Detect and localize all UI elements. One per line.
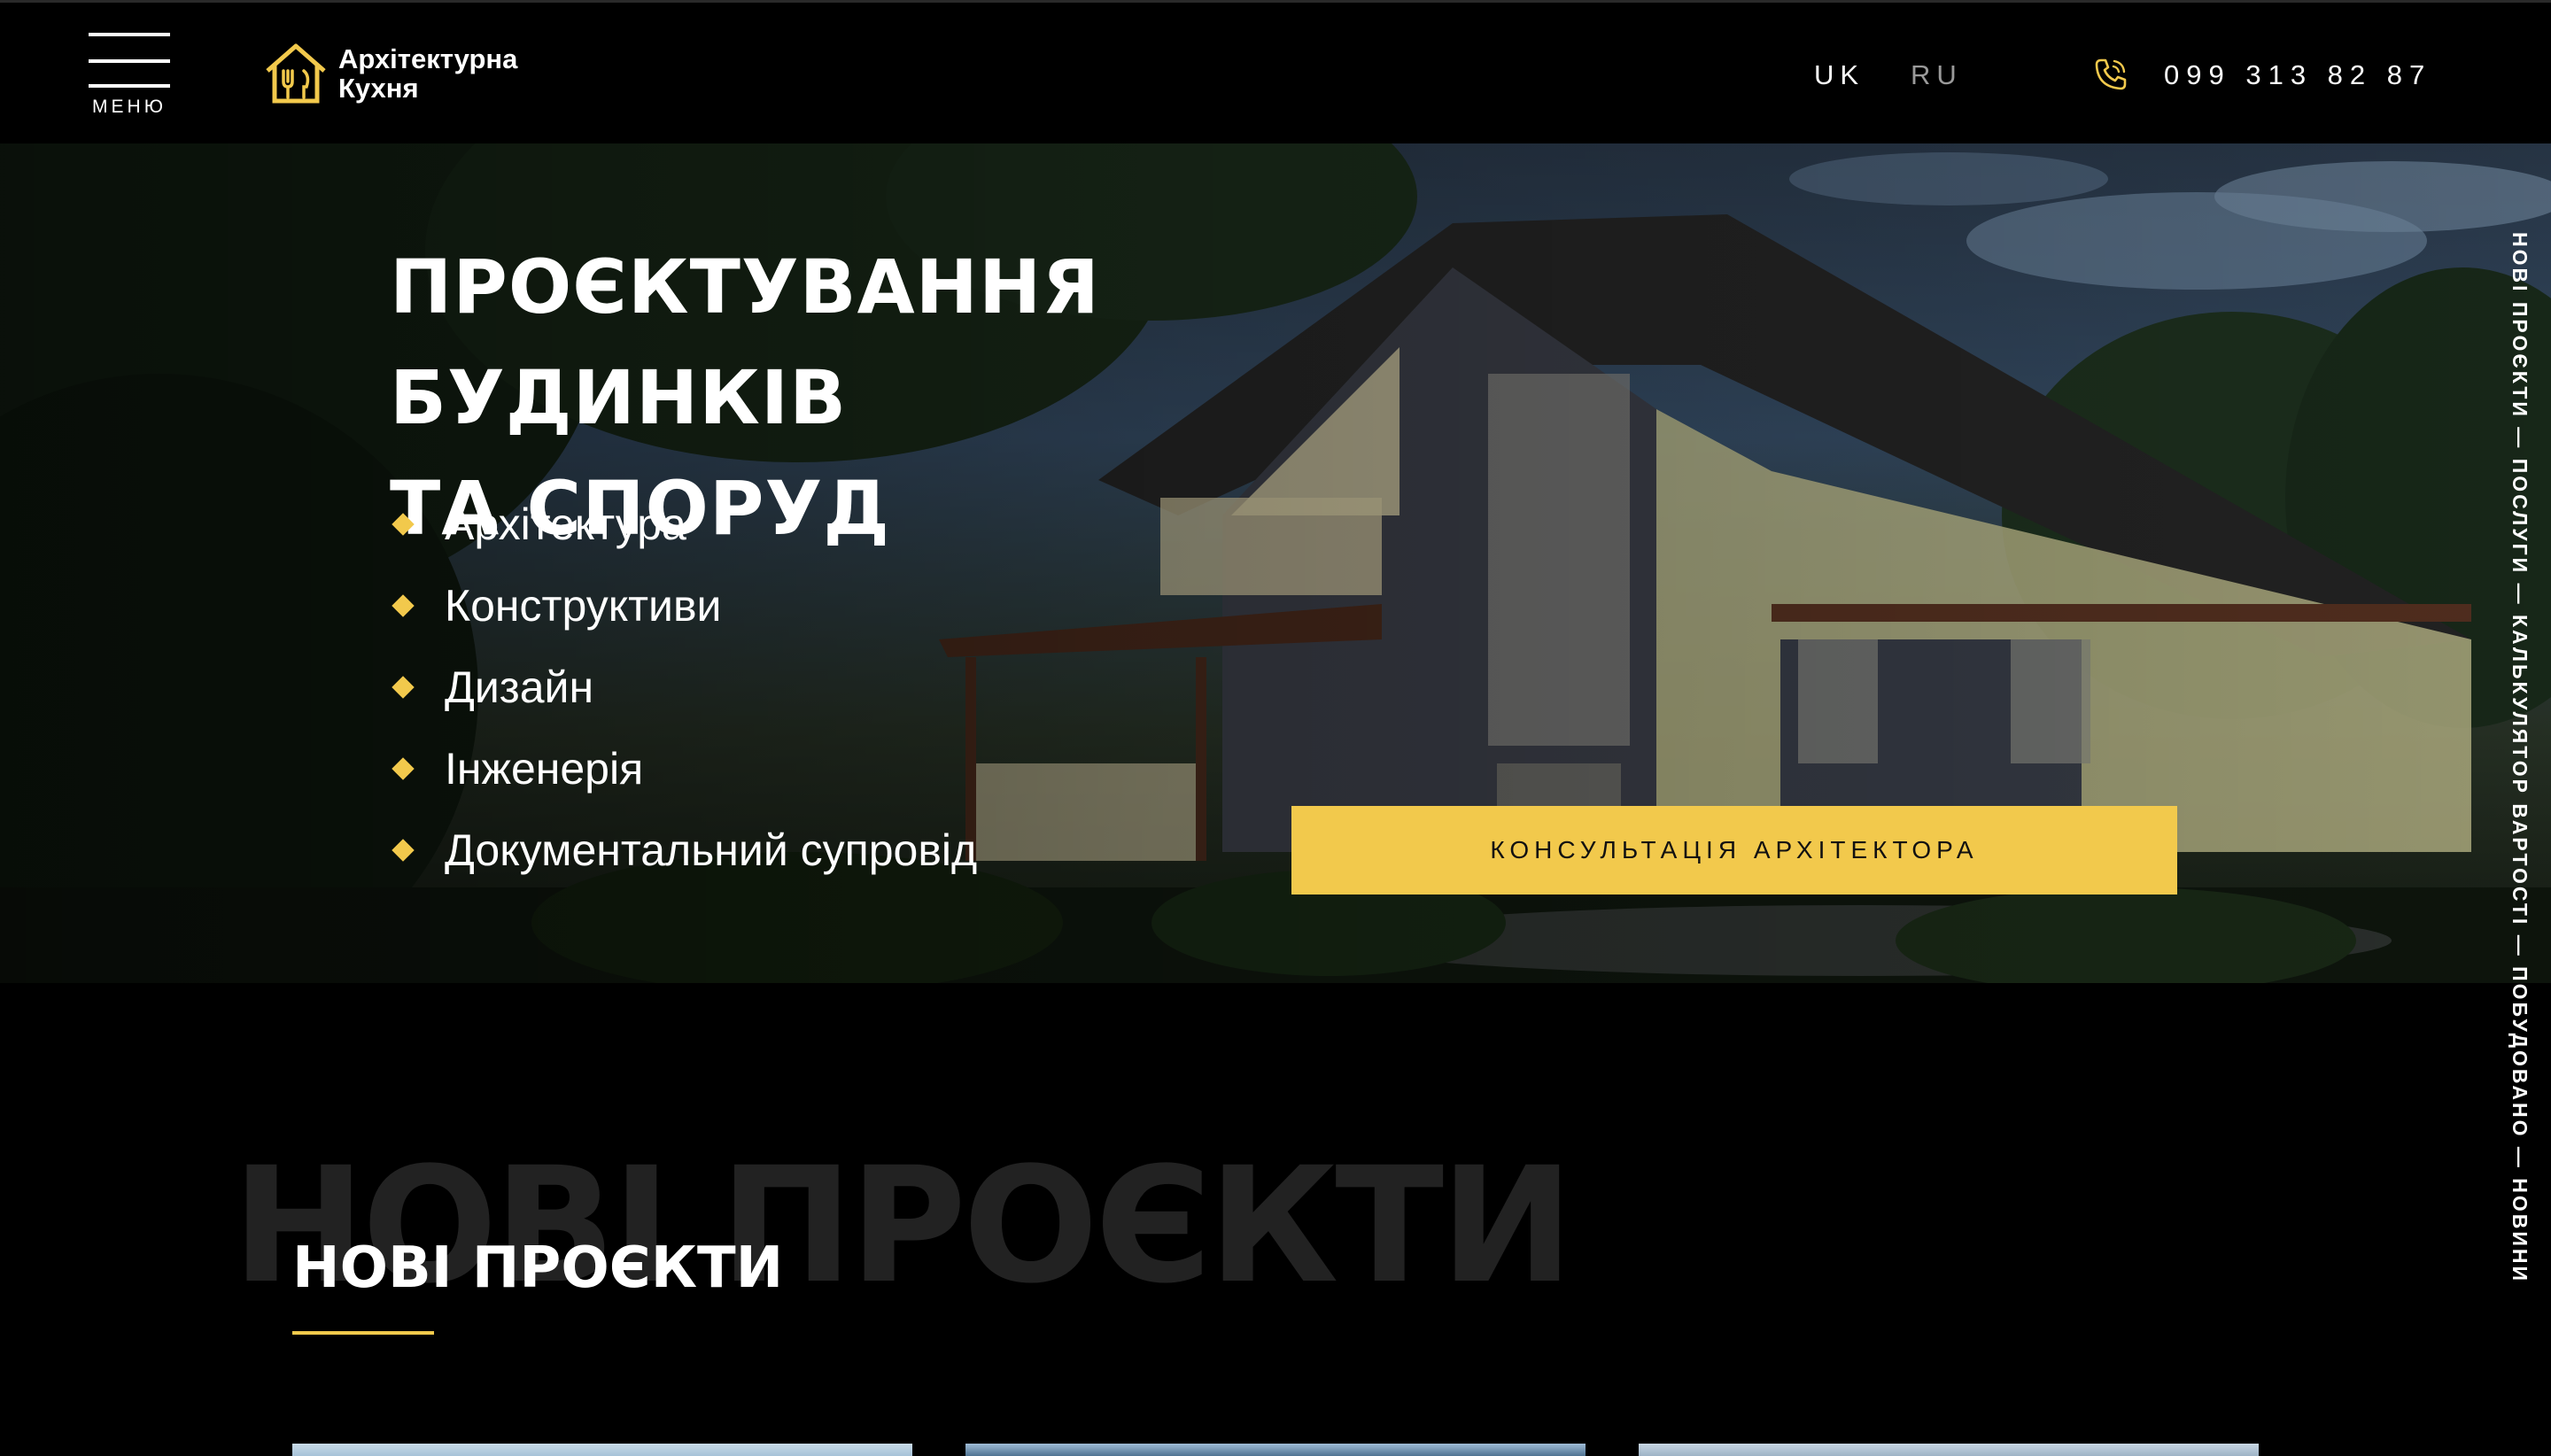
- list-item: Конструктиви: [390, 565, 977, 647]
- hamburger-icon: [89, 33, 170, 36]
- section-title: НОВІ ПРОЄКТИ: [292, 1235, 784, 1301]
- diamond-bullet-icon: [392, 676, 415, 699]
- project-card[interactable]: [1639, 1444, 2259, 1456]
- hero-title-line-1: ПРОЄКТУВАННЯ БУДИНКІВ: [390, 244, 1100, 441]
- phone-icon[interactable]: [2092, 56, 2129, 93]
- service-label: Конструктиви: [445, 581, 722, 631]
- sidenav-separator: —: [2508, 934, 2532, 958]
- sidenav-separator: —: [2508, 1146, 2532, 1170]
- service-label: Дизайн: [445, 662, 594, 712]
- phone-number-link[interactable]: 099 313 82 87: [2164, 59, 2431, 91]
- service-label: Архітектура: [445, 500, 686, 549]
- service-label: Документальний супровід: [445, 825, 978, 875]
- sidenav-item-calculator[interactable]: КАЛЬКУЛЯТОР ВАРТОСТІ: [2508, 615, 2532, 926]
- section-title-underline: [292, 1331, 434, 1335]
- hero-banner: ПРОЄКТУВАННЯ БУДИНКІВ ТА СПОРУД Архітект…: [0, 143, 2551, 983]
- diamond-bullet-icon: [392, 594, 415, 617]
- list-item: Архітектура: [390, 484, 977, 565]
- logo-line-1: Архітектурна: [338, 43, 518, 74]
- architect-consultation-button[interactable]: КОНСУЛЬТАЦІЯ АРХІТЕКТОРА: [1291, 806, 2177, 895]
- sidenav-separator: —: [2508, 583, 2532, 607]
- service-label: Інженерія: [445, 744, 644, 794]
- services-list: Архітектура Конструктиви Дизайн Інженері…: [390, 484, 977, 891]
- list-item: Інженерія: [390, 728, 977, 809]
- house-fork-knife-icon: [266, 43, 326, 104]
- menu-button[interactable]: МЕНЮ: [89, 33, 170, 121]
- diamond-bullet-icon: [392, 757, 415, 780]
- site-header: МЕНЮ Архітектурна Кухня UK RU 099 313 82…: [0, 0, 2551, 143]
- sidenav-item-news[interactable]: НОВИНИ: [2508, 1178, 2532, 1283]
- hamburger-icon-line: [89, 84, 170, 88]
- sidenav-item-services[interactable]: ПОСЛУГИ: [2508, 459, 2532, 575]
- hamburger-icon-line: [89, 59, 170, 63]
- logo-line-2: Кухня: [338, 73, 419, 104]
- project-card[interactable]: [292, 1444, 912, 1456]
- diamond-bullet-icon: [392, 513, 415, 536]
- sidenav-item-built[interactable]: ПОБУДОВАНО: [2508, 966, 2532, 1138]
- list-item: Документальний супровід: [390, 809, 977, 891]
- sidenav-separator: —: [2508, 427, 2532, 451]
- menu-label: МЕНЮ: [92, 97, 167, 117]
- side-section-nav: НОВІ ПРОЄКТИ — ПОСЛУГИ — КАЛЬКУЛЯТОР ВАР…: [2487, 232, 2532, 1313]
- sidenav-item-new-projects[interactable]: НОВІ ПРОЄКТИ: [2508, 232, 2532, 419]
- site-logo[interactable]: Архітектурна Кухня: [262, 38, 517, 109]
- lang-uk-link[interactable]: UK: [1814, 59, 1865, 91]
- diamond-bullet-icon: [392, 839, 415, 862]
- list-item: Дизайн: [390, 647, 977, 728]
- logo-text: Архітектурна Кухня: [338, 44, 517, 103]
- lang-ru-link[interactable]: RU: [1911, 59, 1963, 91]
- project-card[interactable]: [965, 1444, 1586, 1456]
